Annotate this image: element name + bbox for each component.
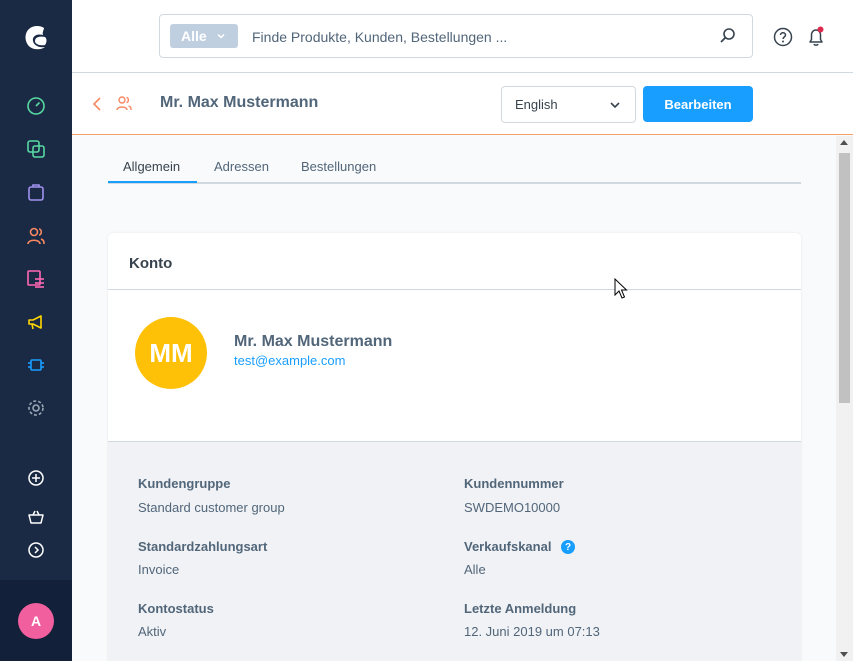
search-icon[interactable] (718, 26, 738, 46)
edit-button[interactable]: Bearbeiten (643, 86, 753, 122)
search-type-label: Alle (181, 28, 207, 44)
shopware-logo-icon[interactable] (18, 20, 54, 56)
field-value: Alle (464, 562, 486, 577)
tab-bar: Allgemein Adressen Bestellungen (108, 153, 801, 184)
help-icon[interactable] (772, 26, 794, 48)
scrollbar-thumb[interactable] (839, 153, 850, 403)
account-card: Konto MM Mr. Max Mustermann test@example… (108, 233, 801, 661)
active-tab-indicator (108, 181, 197, 183)
field-label: Standardzahlungsart (138, 539, 268, 554)
scroll-up-arrow-icon[interactable] (840, 140, 848, 145)
shop-icon[interactable] (24, 505, 48, 529)
customer-avatar: MM (135, 317, 207, 389)
language-select-value: English (515, 97, 558, 112)
customers-icon[interactable] (24, 224, 48, 248)
customer-name: Mr. Max Mustermann (234, 333, 393, 350)
marketing-icon[interactable] (24, 310, 48, 334)
field-label: Kundennummer (464, 476, 564, 491)
extensions-icon[interactable] (24, 353, 48, 377)
mouse-cursor-icon (614, 278, 628, 299)
page-title: Mr. Max Mustermann (160, 94, 319, 111)
tab-allgemein[interactable]: Allgemein (123, 159, 180, 174)
tab-adressen[interactable]: Adressen (214, 159, 269, 174)
field-label: Letzte Anmeldung (464, 601, 577, 616)
orders-icon[interactable] (24, 180, 48, 204)
add-icon[interactable] (24, 466, 48, 490)
notification-bell-icon[interactable] (805, 26, 827, 48)
scroll-down-arrow-icon[interactable] (840, 652, 848, 657)
customer-email-link[interactable]: test@example.com (234, 353, 345, 368)
language-select[interactable]: English (501, 86, 636, 123)
search-bar: Alle (159, 14, 753, 58)
chevron-down-icon (217, 33, 225, 39)
settings-icon[interactable] (24, 396, 48, 420)
customers-module-icon (116, 96, 132, 111)
scrollbar[interactable] (836, 136, 853, 661)
dashboard-icon[interactable] (24, 94, 48, 118)
search-type-dropdown[interactable]: Alle (170, 24, 238, 48)
field-value: 12. Juni 2019 um 07:13 (464, 624, 600, 639)
field-label: Verkaufskanal (464, 539, 552, 554)
field-label: Kundengruppe (138, 476, 231, 491)
sidebar: A (0, 0, 72, 661)
tab-bestellungen[interactable]: Bestellungen (301, 159, 376, 174)
field-value: Invoice (138, 562, 180, 577)
customer-info-grid: Kundengruppe Standard customer group Kun… (108, 442, 801, 661)
help-icon[interactable]: ? (561, 540, 575, 554)
field-value: Aktiv (138, 624, 167, 639)
field-value: Standard customer group (138, 500, 285, 515)
content-icon[interactable] (24, 267, 48, 291)
user-avatar[interactable]: A (18, 603, 54, 639)
collapse-icon[interactable] (24, 538, 48, 562)
catalogues-icon[interactable] (24, 137, 48, 161)
field-label: Kontostatus (138, 601, 214, 616)
chevron-down-icon (610, 102, 620, 109)
card-title: Konto (129, 255, 173, 272)
divider (108, 289, 801, 290)
content-area: Allgemein Adressen Bestellungen Konto MM… (72, 136, 836, 661)
search-input[interactable] (252, 26, 712, 48)
topbar: Alle (72, 0, 853, 73)
field-value: SWDEMO10000 (464, 500, 561, 515)
back-arrow-icon[interactable] (90, 94, 104, 114)
smart-bar: Mr. Max Mustermann English Bearbeiten (72, 73, 853, 135)
